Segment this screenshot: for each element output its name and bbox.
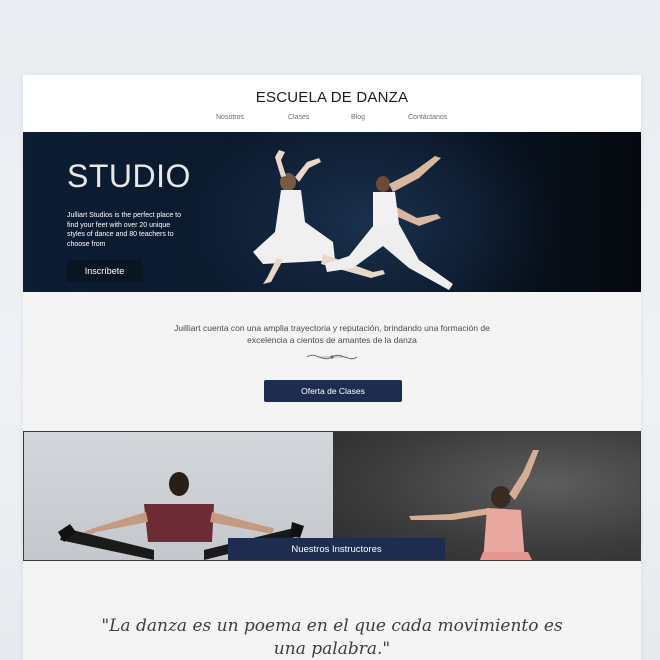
female-dancer [253, 150, 385, 284]
quote-text: "La danza es un poema en el que cada mov… [101, 616, 563, 659]
hero-heading: STUDIO [67, 158, 191, 194]
site-header: ESCUELA DE DANZA Nosotros Clases Blog Co… [23, 75, 641, 132]
instructors-button[interactable]: Nuestros Instructores [228, 538, 445, 560]
page-container: ESCUELA DE DANZA Nosotros Clases Blog Co… [23, 75, 641, 660]
dancers-image [253, 150, 453, 290]
nav-item-blog[interactable]: Blog [351, 114, 365, 121]
class-offer-button[interactable]: Oferta de Clases [264, 380, 402, 402]
hero-banner: STUDIO Julliart Studios is the perfect p… [23, 132, 641, 292]
ornament-divider-icon [306, 354, 358, 360]
nav-item-clases[interactable]: Clases [288, 114, 309, 121]
signup-button[interactable]: Inscríbete [67, 260, 142, 282]
site-title[interactable]: ESCUELA DE DANZA [23, 89, 641, 106]
main-nav: Nosotros Clases Blog Contáctanos [23, 114, 641, 126]
about-text: Juilliart cuenta con una amplia trayecto… [174, 323, 490, 345]
nav-item-nosotros[interactable]: Nosotros [216, 114, 244, 121]
nav-item-contactanos[interactable]: Contáctanos [408, 114, 447, 121]
hero-description: Julliart Studios is the perfect place to… [67, 212, 182, 248]
